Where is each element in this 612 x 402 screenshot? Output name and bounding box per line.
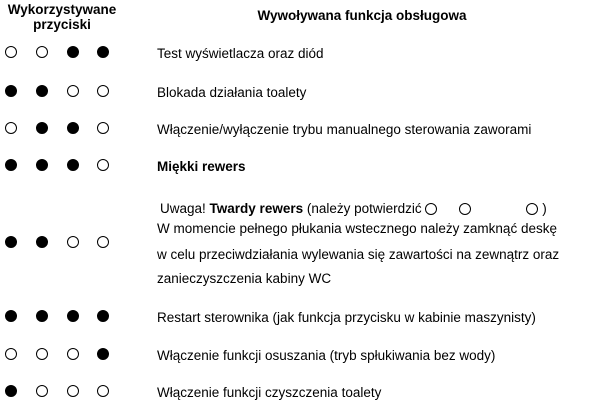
warning-close: ) bbox=[542, 201, 547, 216]
dot-2 bbox=[36, 385, 48, 397]
confirm-dot-2 bbox=[458, 203, 471, 215]
button-pattern bbox=[5, 310, 115, 324]
dot-4 bbox=[97, 85, 109, 97]
dot-3 bbox=[67, 46, 79, 58]
dot-4 bbox=[97, 310, 109, 322]
warning-body-line: zanieczyszczenia kabiny WC bbox=[157, 271, 332, 286]
dot-2 bbox=[36, 46, 48, 58]
button-pattern bbox=[5, 348, 115, 362]
dot-3 bbox=[67, 122, 79, 134]
warning-body-line: w celu przeciwdziałania wylewania się za… bbox=[157, 247, 560, 262]
row-text: Włączenie/wyłączenie trybu manualnego st… bbox=[157, 122, 532, 137]
button-pattern bbox=[5, 385, 115, 399]
dot-3 bbox=[67, 310, 79, 322]
row-text: Restart sterownika (jak funkcja przycisk… bbox=[157, 310, 536, 325]
dot-4 bbox=[97, 122, 109, 134]
row-text: Test wyświetlacza oraz diód bbox=[157, 46, 324, 61]
dot-3 bbox=[67, 236, 79, 248]
confirm-dot-1 bbox=[425, 203, 438, 215]
warning-note: (należy potwierdzić bbox=[306, 201, 422, 216]
dot-4 bbox=[97, 348, 109, 360]
dot-3 bbox=[67, 85, 79, 97]
button-pattern bbox=[5, 122, 115, 136]
dot-3 bbox=[67, 385, 79, 397]
dot-4 bbox=[97, 236, 109, 248]
dot-1 bbox=[5, 122, 17, 134]
button-pattern bbox=[5, 236, 115, 250]
dot-3 bbox=[67, 348, 79, 360]
dot-2 bbox=[36, 85, 48, 97]
warning-line: Uwaga! Twardy rewers (należy potwierdzić… bbox=[160, 201, 547, 216]
dot-1 bbox=[5, 348, 17, 360]
dot-2 bbox=[36, 348, 48, 360]
header-function: Wywoływana funkcja obsługowa bbox=[257, 8, 467, 23]
dot-2 bbox=[36, 122, 48, 134]
row-text: Miękki rewers bbox=[157, 159, 246, 174]
dot-2 bbox=[36, 159, 48, 171]
dot-2 bbox=[36, 310, 48, 322]
row-text: Włączenie funkcji osuszania (tryb spłuki… bbox=[157, 348, 496, 363]
dot-1 bbox=[5, 310, 17, 322]
dot-1 bbox=[5, 46, 17, 58]
warning-title: Twardy rewers bbox=[209, 201, 304, 216]
dot-1 bbox=[5, 85, 17, 97]
button-pattern bbox=[5, 159, 115, 173]
dot-4 bbox=[97, 159, 109, 171]
row-text: Blokada działania toalety bbox=[157, 85, 307, 100]
row-text: Włączenie funkcji czyszczenia toalety bbox=[157, 385, 382, 400]
dot-2 bbox=[36, 236, 48, 248]
dot-1 bbox=[5, 385, 17, 397]
confirm-dot-3 bbox=[526, 203, 539, 215]
warning-body-line: W momencie pełnego płukania wstecznego n… bbox=[157, 221, 557, 236]
dot-1 bbox=[5, 236, 17, 248]
dot-4 bbox=[97, 385, 109, 397]
header-buttons: Wykorzystywane przyciski bbox=[7, 2, 117, 32]
dot-1 bbox=[5, 159, 17, 171]
button-pattern bbox=[5, 85, 115, 99]
dot-4 bbox=[97, 46, 109, 58]
dot-3 bbox=[67, 159, 79, 171]
warning-intro: Uwaga! bbox=[160, 201, 206, 216]
button-pattern bbox=[5, 46, 115, 60]
